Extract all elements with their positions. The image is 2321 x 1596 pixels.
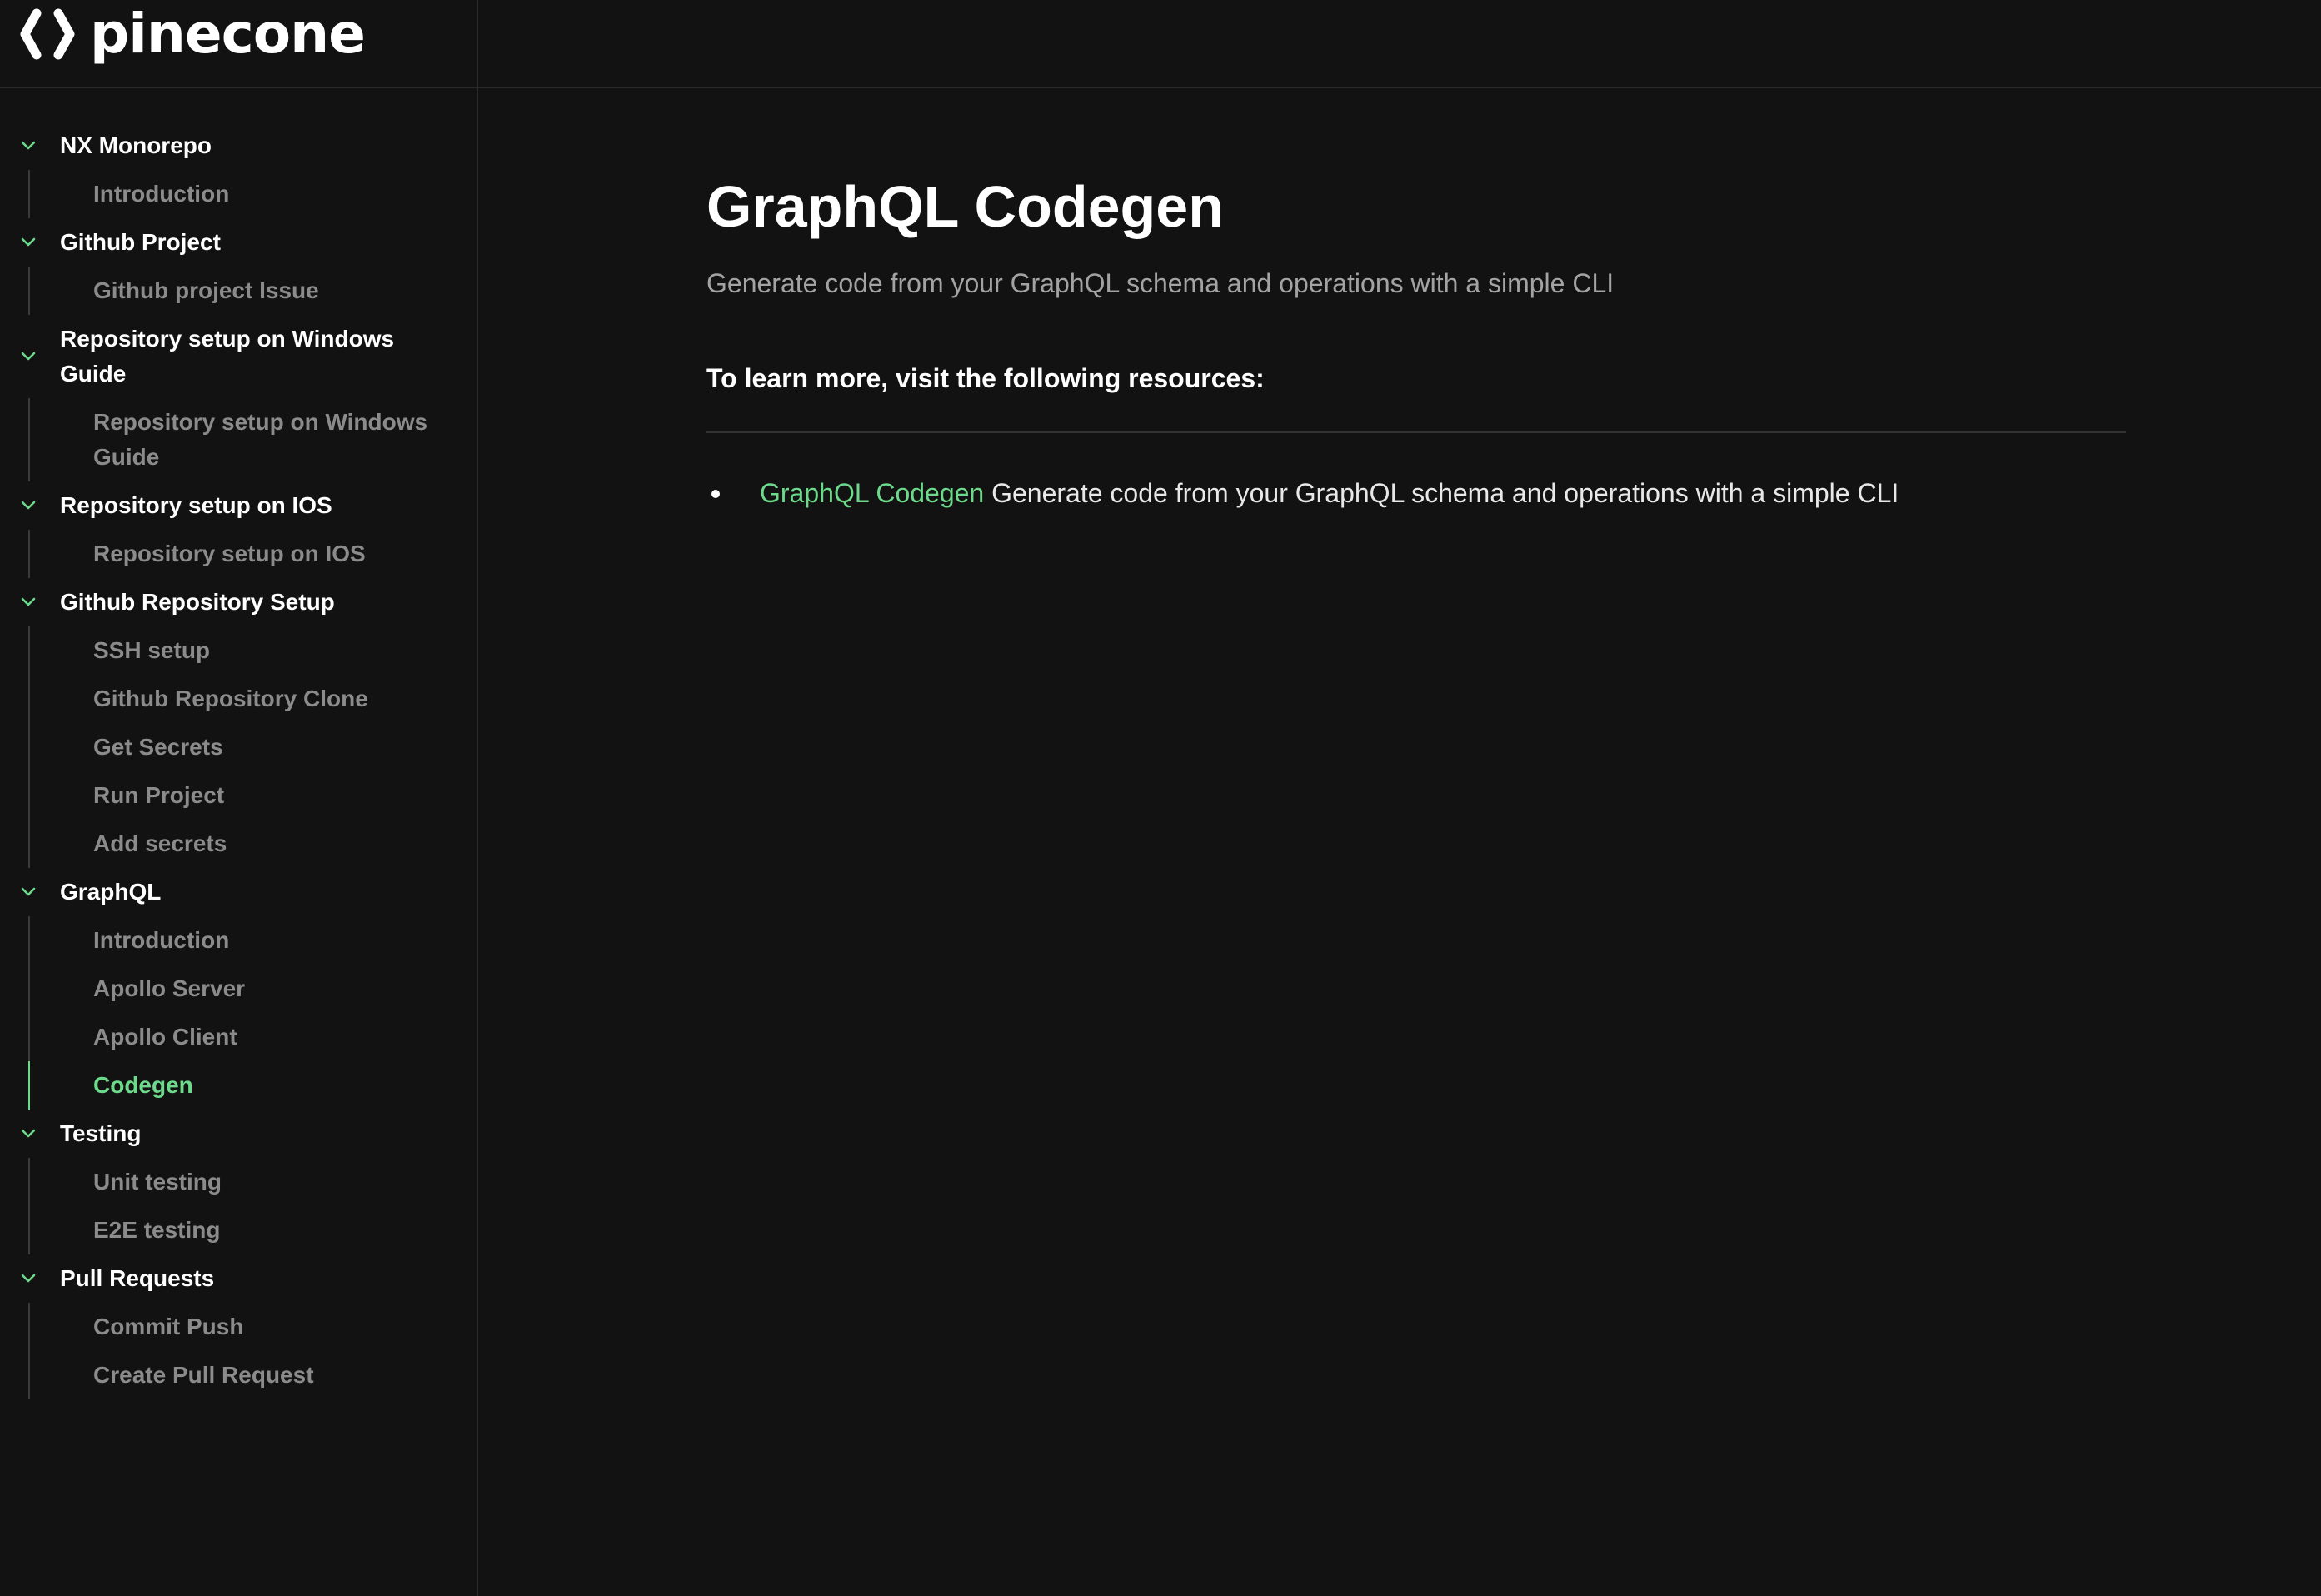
sidebar-group-github-repository-setup[interactable]: Github Repository Setup	[0, 578, 477, 626]
sidebar-item-commit-push[interactable]: Commit Push	[30, 1303, 477, 1351]
sidebar: NX Monorepo Introduction Github Project Git…	[0, 88, 478, 1596]
chevron-down-icon	[21, 352, 36, 361]
sidebar-group-label: Repository setup on IOS	[60, 492, 332, 518]
chevron-down-icon	[21, 141, 36, 150]
resource-item: GraphQL Codegen Generate code from your …	[706, 475, 2126, 511]
chevron-down-icon	[21, 501, 36, 510]
sidebar-item-add-secrets[interactable]: Add secrets	[30, 820, 477, 868]
main-content: GraphQL Codegen Generate code from your …	[706, 88, 2126, 511]
sidebar-item-codegen[interactable]: Codegen	[28, 1061, 477, 1110]
sidebar-group-items: Repository setup on IOS	[28, 530, 477, 578]
sidebar-item-apollo-client[interactable]: Apollo Client	[30, 1013, 477, 1061]
sidebar-item-github-repository-clone[interactable]: Github Repository Clone	[30, 675, 477, 723]
sidebar-group-label: Pull Requests	[60, 1265, 215, 1291]
chevron-down-icon	[21, 1129, 36, 1138]
sidebar-item-repository-setup-on-ios[interactable]: Repository setup on IOS	[30, 530, 477, 578]
sidebar-item-ssh-setup[interactable]: SSH setup	[30, 626, 477, 675]
sidebar-item-introduction[interactable]: Introduction	[30, 170, 477, 218]
pinecone-logo-icon	[20, 8, 75, 60]
sidebar-item-run-project[interactable]: Run Project	[30, 771, 477, 820]
sidebar-group-github-project[interactable]: Github Project	[0, 218, 477, 267]
sidebar-group-items: Repository setup on Windows Guide	[28, 398, 477, 481]
sidebar-group-label: Repository setup on Windows Guide	[60, 326, 395, 387]
resource-description: Generate code from your GraphQL schema a…	[991, 478, 1899, 508]
sidebar-item-github-project-issue[interactable]: Github project Issue	[30, 267, 477, 315]
brand-logo[interactable]: pinecone	[18, 2, 366, 66]
sidebar-group-repository-setup-on-ios[interactable]: Repository setup on IOS	[0, 481, 477, 530]
sidebar-group-label: GraphQL	[60, 879, 162, 905]
sidebar-group-label: Testing	[60, 1120, 142, 1146]
sidebar-group-items: Unit testing E2E testing	[28, 1158, 477, 1254]
sidebar-item-unit-testing[interactable]: Unit testing	[30, 1158, 477, 1206]
sidebar-group-pull-requests[interactable]: Pull Requests	[0, 1254, 477, 1303]
chevron-down-icon	[21, 887, 36, 896]
sidebar-nav: NX Monorepo Introduction Github Project Git…	[0, 122, 477, 1399]
chevron-down-icon	[21, 1274, 36, 1283]
sidebar-group-items: Introduction	[28, 170, 477, 218]
sidebar-group-items: Introduction Apollo Server Apollo Client Co…	[28, 916, 477, 1110]
sidebar-item-create-pull-request[interactable]: Create Pull Request	[30, 1351, 477, 1399]
sidebar-item-introduction[interactable]: Introduction	[30, 916, 477, 965]
sidebar-item-e2e-testing[interactable]: E2E testing	[30, 1206, 477, 1254]
page-subtitle: Generate code from your GraphQL schema a…	[706, 268, 1615, 298]
sidebar-group-testing[interactable]: Testing	[0, 1110, 477, 1158]
page-title: GraphQL Codegen	[706, 174, 1224, 239]
chevron-down-icon	[21, 237, 36, 247]
chevron-down-icon	[21, 597, 36, 606]
sidebar-group-label: Github Project	[60, 229, 221, 255]
brand-name: pinecone	[90, 2, 366, 66]
sidebar-group-graphql[interactable]: GraphQL	[0, 868, 477, 916]
sidebar-group-items: SSH setup Github Repository Clone Get Secr…	[28, 626, 477, 868]
top-bar	[478, 0, 2321, 88]
sidebar-group-label: Github Repository Setup	[60, 589, 335, 615]
sidebar-group-items: Commit Push Create Pull Request	[28, 1303, 477, 1399]
sidebar-group-nx-monorepo[interactable]: NX Monorepo	[0, 122, 477, 170]
logo-area: pinecone	[0, 0, 478, 88]
resource-link[interactable]: GraphQL Codegen	[760, 478, 984, 508]
bullet-icon	[711, 490, 720, 498]
resource-list: GraphQL Codegen Generate code from your …	[706, 475, 2126, 511]
sidebar-item-repository-setup-on-windows-guide[interactable]: Repository setup on Windows Guide	[30, 398, 477, 481]
sidebar-item-get-secrets[interactable]: Get Secrets	[30, 723, 477, 771]
sidebar-group-label: NX Monorepo	[60, 132, 212, 158]
sidebar-item-apollo-server[interactable]: Apollo Server	[30, 965, 477, 1013]
resources-heading: To learn more, visit the following resou…	[706, 360, 2126, 433]
sidebar-group-items: Github project Issue	[28, 267, 477, 315]
sidebar-group-repository-setup-on-windows-guide[interactable]: Repository setup on Windows Guide	[0, 315, 477, 398]
